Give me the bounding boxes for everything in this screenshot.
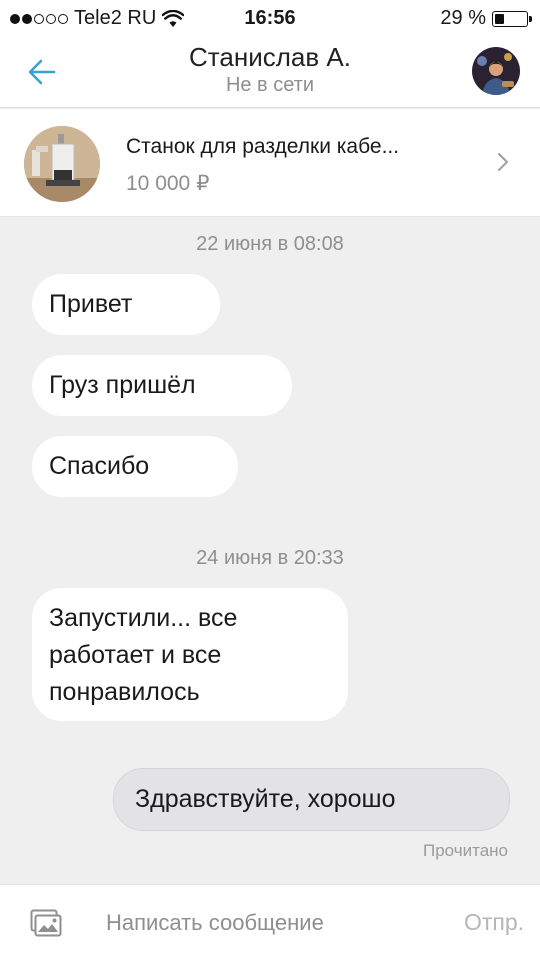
- message-bubble-outgoing[interactable]: Здравствуйте, хорошо: [113, 768, 510, 831]
- chat-header: Станислав А. Не в сети: [0, 36, 540, 108]
- read-status: Прочитано: [423, 841, 508, 860]
- message-text: Привет: [49, 290, 133, 318]
- message-line: работает и все: [49, 641, 222, 669]
- attach-photo-button[interactable]: [30, 909, 62, 937]
- message-text: Спасибо: [49, 452, 150, 480]
- contact-avatar[interactable]: [472, 47, 520, 95]
- presence-status: Не в сети: [225, 74, 315, 96]
- status-bar: Tele2 RU 16:56 29 %: [0, 0, 540, 36]
- battery-percent: 29 %: [440, 7, 486, 29]
- image-attach-icon: [30, 909, 62, 937]
- message-line: Запустили... все: [49, 604, 238, 632]
- user-avatar-photo: [472, 47, 520, 95]
- contact-name[interactable]: Станислав А.: [0, 42, 540, 73]
- message-line: понравилось: [49, 678, 200, 706]
- listing-thumbnail: [24, 126, 100, 202]
- message-text: Запустили... все работает и все понравил…: [49, 600, 237, 711]
- date-separator: 24 июня в 20:33: [196, 547, 344, 569]
- status-right: 29 %: [440, 7, 532, 30]
- listing-title: Станок для разделки кабе...: [126, 135, 400, 158]
- message-composer: Отпр.: [0, 884, 540, 960]
- message-bubble-incoming[interactable]: Привет: [32, 274, 220, 335]
- message-text: Груз пришёл: [49, 371, 196, 399]
- battery-icon: [492, 10, 532, 27]
- message-text: Здравствуйте, хорошо: [135, 785, 396, 813]
- send-button[interactable]: Отпр.: [464, 909, 524, 936]
- message-bubble-incoming[interactable]: Спасибо: [32, 436, 238, 497]
- listing-price: 10 000 ₽: [126, 172, 210, 195]
- listing-card[interactable]: Станок для разделки кабе... 10 000 ₽: [0, 109, 540, 217]
- message-input[interactable]: [106, 905, 436, 941]
- battery-level: [495, 13, 504, 24]
- chevron-right-icon: [498, 153, 508, 171]
- message-bubble-incoming[interactable]: Груз пришёл: [32, 355, 292, 416]
- machine-photo: [24, 126, 100, 202]
- message-bubble-incoming[interactable]: Запустили... все работает и все понравил…: [32, 588, 348, 721]
- date-separator: 22 июня в 08:08: [196, 233, 344, 255]
